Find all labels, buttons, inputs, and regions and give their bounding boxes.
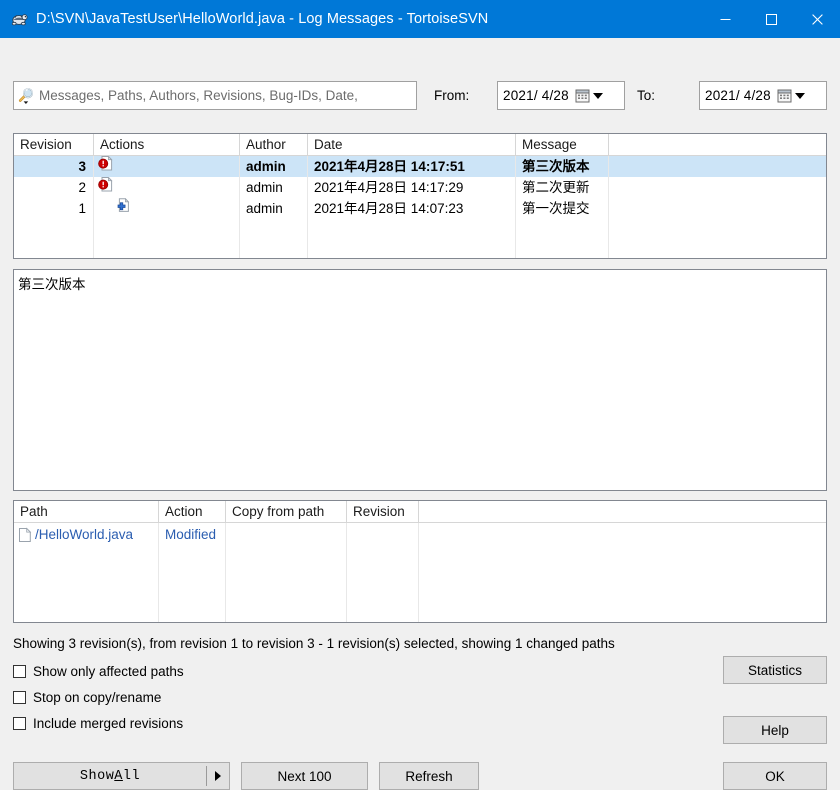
statistics-button-label: Statistics bbox=[747, 662, 802, 678]
revision-list[interactable]: Revision Actions Author Date Message 3 a… bbox=[13, 133, 827, 259]
chevron-right-icon bbox=[215, 771, 221, 781]
cell-actions bbox=[94, 156, 240, 177]
show-all-label-accel: A bbox=[114, 768, 123, 784]
show-all-split-button[interactable]: Show All bbox=[13, 762, 230, 790]
table-row[interactable]: 2 admin 2021年4月28日 14:17:29 第二次更新 bbox=[14, 177, 826, 198]
to-date-value: 2021/ 4/28 bbox=[705, 88, 771, 103]
cell-action: Modified bbox=[159, 523, 226, 546]
close-button[interactable] bbox=[794, 0, 840, 38]
cell-copy-from-path bbox=[226, 523, 347, 546]
column-header-message[interactable]: Message bbox=[516, 134, 609, 155]
cell-date: 2021年4月28日 14:17:29 bbox=[308, 177, 516, 198]
next-100-button-label: Next 100 bbox=[277, 768, 332, 784]
ok-button-label: OK bbox=[765, 768, 785, 784]
status-text: Showing 3 revision(s), from revision 1 t… bbox=[13, 636, 615, 651]
checkbox-label: Show only affected paths bbox=[33, 663, 184, 679]
show-all-button[interactable]: Show All bbox=[14, 763, 206, 789]
search-input[interactable]: Messages, Paths, Authors, Revisions, Bug… bbox=[39, 88, 358, 103]
table-row[interactable]: 3 admin 2021年4月28日 14:17:51 第三次版本 bbox=[14, 156, 826, 177]
refresh-button[interactable]: Refresh bbox=[379, 762, 479, 790]
commit-message-text: 第三次版本 bbox=[18, 277, 86, 292]
column-header-path-revision[interactable]: Revision bbox=[347, 501, 419, 522]
column-header-copy-from-path[interactable]: Copy from path bbox=[226, 501, 347, 522]
to-date-dropdown-arrow[interactable] bbox=[794, 92, 805, 99]
column-header-author[interactable]: Author bbox=[240, 134, 308, 155]
cell-revision: 3 bbox=[14, 156, 94, 177]
commit-message-pane[interactable]: 第三次版本 bbox=[13, 269, 827, 491]
column-header-filler bbox=[419, 501, 826, 522]
to-date-picker[interactable]: 2021/ 4/28 bbox=[699, 81, 827, 110]
ok-button[interactable]: OK bbox=[723, 762, 827, 790]
to-label: To: bbox=[637, 88, 656, 103]
from-date-picker[interactable]: 2021/ 4/28 bbox=[497, 81, 625, 110]
checkbox-show-only-affected-paths[interactable]: Show only affected paths bbox=[13, 662, 184, 680]
cell-date: 2021年4月28日 14:17:51 bbox=[308, 156, 516, 177]
cell-filler bbox=[609, 156, 826, 177]
dialog-client-area: Messages, Paths, Authors, Revisions, Bug… bbox=[0, 38, 840, 790]
checkbox-box[interactable] bbox=[13, 664, 26, 678]
window-controls bbox=[702, 0, 840, 38]
checkbox-box[interactable] bbox=[13, 716, 26, 730]
checkbox-include-merged-revisions[interactable]: Include merged revisions bbox=[13, 714, 183, 732]
file-icon bbox=[18, 527, 32, 543]
checkbox-box[interactable] bbox=[13, 690, 26, 704]
cell-author: admin bbox=[240, 198, 308, 219]
cell-path-text: /HelloWorld.java bbox=[35, 527, 134, 542]
cell-revision: 1 bbox=[14, 198, 94, 219]
show-all-label-prefix: Show bbox=[79, 768, 115, 784]
maximize-button[interactable] bbox=[748, 0, 794, 38]
calendar-icon[interactable] bbox=[575, 88, 590, 103]
modified-icon bbox=[98, 156, 115, 177]
statistics-button[interactable]: Statistics bbox=[723, 656, 827, 684]
cell-message: 第二次更新 bbox=[516, 177, 609, 198]
cell-path-revision bbox=[347, 523, 419, 546]
cell-author: admin bbox=[240, 156, 308, 177]
search-icon[interactable] bbox=[17, 86, 37, 106]
column-header-filler bbox=[609, 134, 826, 155]
cell-revision: 2 bbox=[14, 177, 94, 198]
column-header-path[interactable]: Path bbox=[14, 501, 159, 522]
window-title: D:\SVN\JavaTestUser\HelloWorld.java - Lo… bbox=[36, 11, 489, 27]
cell-actions bbox=[94, 198, 240, 219]
minimize-button[interactable] bbox=[702, 0, 748, 38]
revision-list-header: Revision Actions Author Date Message bbox=[14, 134, 826, 156]
search-filter-box[interactable]: Messages, Paths, Authors, Revisions, Bug… bbox=[13, 81, 417, 110]
help-button-label: Help bbox=[761, 722, 789, 738]
column-header-action[interactable]: Action bbox=[159, 501, 226, 522]
cell-filler bbox=[609, 198, 826, 219]
title-bar: D:\SVN\JavaTestUser\HelloWorld.java - Lo… bbox=[0, 0, 840, 38]
help-button[interactable]: Help bbox=[723, 716, 827, 744]
changed-paths-header: Path Action Copy from path Revision bbox=[14, 501, 826, 523]
from-date-value: 2021/ 4/28 bbox=[503, 88, 569, 103]
changed-paths-list[interactable]: Path Action Copy from path Revision /Hel… bbox=[13, 500, 827, 623]
show-all-dropdown-button[interactable] bbox=[207, 763, 229, 789]
column-header-actions[interactable]: Actions bbox=[94, 134, 240, 155]
tortoisesvn-turtle-icon bbox=[10, 10, 28, 28]
cell-filler bbox=[609, 177, 826, 198]
cell-filler bbox=[419, 523, 826, 546]
refresh-button-label: Refresh bbox=[405, 768, 453, 784]
modified-icon bbox=[98, 177, 115, 198]
calendar-icon[interactable] bbox=[777, 88, 792, 103]
from-date-dropdown-arrow[interactable] bbox=[592, 92, 603, 99]
cell-actions bbox=[94, 177, 240, 198]
table-row[interactable]: /HelloWorld.java Modified bbox=[14, 523, 826, 546]
column-header-revision[interactable]: Revision bbox=[14, 134, 94, 155]
checkbox-stop-on-copy-rename[interactable]: Stop on copy/rename bbox=[13, 688, 161, 706]
cell-date: 2021年4月28日 14:07:23 bbox=[308, 198, 516, 219]
from-label: From: bbox=[434, 88, 470, 103]
column-header-date[interactable]: Date bbox=[308, 134, 516, 155]
checkbox-label: Stop on copy/rename bbox=[33, 689, 162, 705]
table-row[interactable]: 1 admin 2021年4月28日 14:07:23 第一次提交 bbox=[14, 198, 826, 219]
cell-message: 第一次提交 bbox=[516, 198, 609, 219]
next-100-button[interactable]: Next 100 bbox=[241, 762, 368, 790]
added-icon bbox=[114, 198, 131, 219]
cell-message: 第三次版本 bbox=[516, 156, 609, 177]
cell-path: /HelloWorld.java bbox=[14, 523, 159, 546]
show-all-label-suffix: ll bbox=[122, 768, 141, 784]
cell-author: admin bbox=[240, 177, 308, 198]
checkbox-label: Include merged revisions bbox=[33, 715, 184, 731]
